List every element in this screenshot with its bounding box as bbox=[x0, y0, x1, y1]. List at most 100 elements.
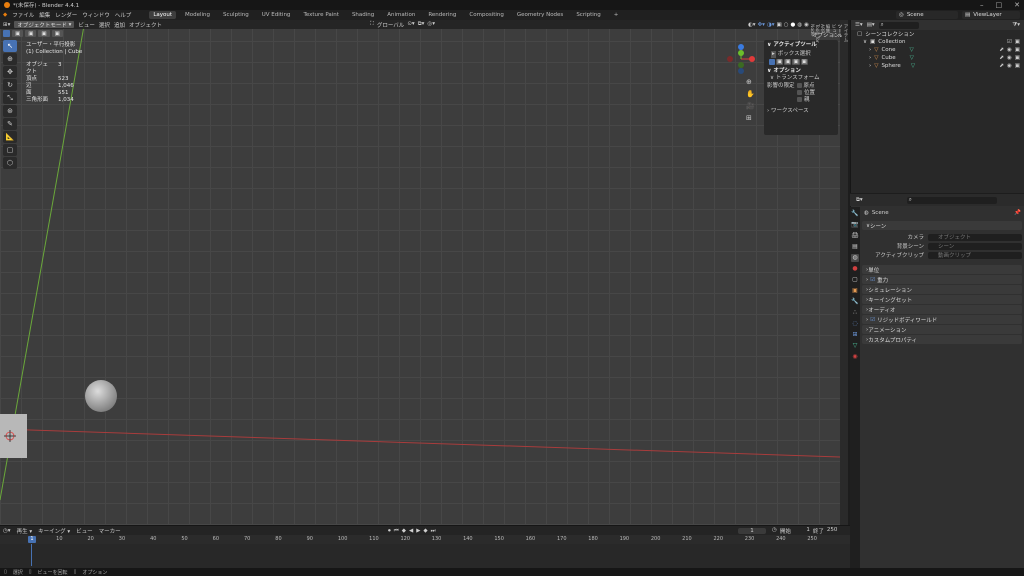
minimize-icon[interactable]: – bbox=[980, 1, 984, 9]
data-props-icon[interactable]: ▽ bbox=[851, 342, 859, 350]
active-clip-field[interactable]: 動画クリップ bbox=[928, 251, 1022, 259]
tab-tools-for[interactable]: Tools for ... bbox=[814, 24, 819, 521]
scene-selector[interactable]: ◎ Scene bbox=[896, 11, 958, 19]
blender-menu-icon[interactable]: ◆ bbox=[3, 12, 7, 18]
panel-animation[interactable]: › アニメーション bbox=[862, 325, 1022, 334]
outliner-item-cone[interactable]: › ▽ Cone ▽ ⬈ ◉ ▣ bbox=[851, 46, 1024, 54]
gizmo-y-icon[interactable] bbox=[738, 50, 744, 56]
zoom-icon[interactable]: ⊕ bbox=[746, 76, 756, 88]
expand-icon[interactable]: › bbox=[869, 63, 871, 69]
render-props-icon[interactable]: 📷 bbox=[851, 221, 859, 229]
camera-icon[interactable]: ▣ bbox=[1015, 55, 1020, 61]
search-icon[interactable]: ⌕ bbox=[906, 196, 997, 204]
tab-view[interactable]: ビュー bbox=[830, 24, 836, 521]
panel-rigid-body-world[interactable]: › ☑ リジッドボディワールド bbox=[862, 315, 1022, 324]
material-props-icon[interactable]: ◉ bbox=[851, 353, 859, 361]
rigid-body-checkbox[interactable]: ☑ bbox=[870, 317, 875, 323]
gizmo-toggle-icon[interactable]: ✥▾ bbox=[758, 22, 765, 28]
outliner-editor-icon[interactable]: ☰▾ bbox=[855, 22, 863, 28]
pan-hand-icon[interactable]: ✋ bbox=[746, 88, 756, 100]
menu-select[interactable]: 選択 bbox=[99, 21, 110, 29]
constraints-props-icon[interactable]: ⊞ bbox=[851, 331, 859, 339]
select-arrow-icon[interactable]: ⬈ bbox=[999, 55, 1004, 61]
view-object-types-icon[interactable]: ◐▾ bbox=[748, 22, 756, 28]
object-props-icon[interactable]: ▣ bbox=[851, 287, 859, 295]
menu-add[interactable]: 追加 bbox=[114, 21, 125, 29]
cursor-icon[interactable]: ⊕ bbox=[3, 53, 17, 65]
camera-icon[interactable]: ▣ bbox=[1015, 39, 1020, 45]
tool-props-icon[interactable]: 🔧 bbox=[851, 210, 859, 218]
maximize-icon[interactable]: □ bbox=[996, 1, 1003, 9]
mode-dropdown[interactable]: オブジェクトモード ▾ bbox=[14, 21, 75, 29]
menu-file[interactable]: ファイル bbox=[12, 11, 34, 19]
gizmo-neg-x-icon[interactable] bbox=[727, 56, 733, 62]
panel-keying-sets[interactable]: › キーイングセット bbox=[862, 295, 1022, 304]
panel-gravity[interactable]: › ☑ 重力 bbox=[862, 275, 1022, 284]
mode-extend-icon[interactable]: ▣ bbox=[776, 59, 784, 65]
menu-view[interactable]: ビュー bbox=[78, 21, 95, 29]
editor-type-icon[interactable]: ⊞▾ bbox=[3, 22, 10, 28]
transform-icon[interactable]: ⊛ bbox=[3, 105, 17, 117]
tab-geometry-nodes[interactable]: Geometry Nodes bbox=[513, 11, 567, 19]
tab-scripting[interactable]: Scripting bbox=[572, 11, 604, 19]
particles-props-icon[interactable]: ∴ bbox=[851, 309, 859, 317]
panel-custom-properties[interactable]: › カスタムプロパティ bbox=[862, 335, 1022, 344]
panel-audio[interactable]: › オーディオ bbox=[862, 305, 1022, 314]
ortho-grid-icon[interactable]: ⊞ bbox=[746, 112, 756, 124]
move-icon[interactable]: ✥ bbox=[3, 66, 17, 78]
scene-section-header[interactable]: ∨ シーン bbox=[862, 221, 1022, 230]
add-primitive-icon[interactable]: ⬡ bbox=[3, 157, 17, 169]
collection-props-icon[interactable]: ▢ bbox=[851, 276, 859, 284]
search-icon[interactable]: ⌕ bbox=[878, 21, 919, 29]
select-subtract-icon[interactable]: ▣ bbox=[25, 30, 37, 37]
menu-window[interactable]: ウィンドウ bbox=[82, 11, 110, 19]
timeline-editor-icon[interactable]: ◷▾ bbox=[3, 528, 11, 534]
sphere-object[interactable] bbox=[85, 380, 117, 412]
menu-marker[interactable]: マーカー bbox=[99, 527, 121, 535]
3d-viewport[interactable] bbox=[0, 20, 840, 525]
menu-object[interactable]: オブジェクト bbox=[129, 21, 162, 29]
select-extend-icon[interactable]: ▣ bbox=[12, 30, 24, 37]
measure-icon[interactable]: 📐 bbox=[3, 131, 17, 143]
mode-new-icon[interactable] bbox=[769, 59, 775, 65]
output-props-icon[interactable]: 🖨 bbox=[851, 232, 859, 240]
tab-arp[interactable]: ARP bbox=[819, 24, 824, 521]
camera-icon[interactable]: ▣ bbox=[1015, 47, 1020, 53]
close-icon[interactable]: ✕ bbox=[1014, 1, 1020, 9]
menu-render[interactable]: レンダー bbox=[55, 11, 77, 19]
shading-wireframe-icon[interactable]: ○ bbox=[784, 22, 789, 28]
current-frame-field[interactable]: 1 bbox=[738, 528, 766, 534]
tab-item[interactable]: アイテム bbox=[842, 24, 848, 521]
start-frame-field[interactable]: 1 bbox=[794, 527, 810, 535]
xray-icon[interactable]: ▣ bbox=[777, 22, 782, 28]
orientation-dropdown[interactable]: グローバル bbox=[377, 21, 404, 29]
tab-uv-editing[interactable]: UV Editing bbox=[258, 11, 295, 19]
filter-icon[interactable]: ⧩▾ bbox=[1012, 22, 1020, 29]
rotate-icon[interactable]: ↻ bbox=[3, 79, 17, 91]
select-invert-icon[interactable]: ▣ bbox=[38, 30, 50, 37]
view-layer-selector[interactable]: ▤ ViewLayer bbox=[962, 11, 1020, 19]
mode-invert-icon[interactable]: ▣ bbox=[792, 59, 800, 65]
panel-simulation[interactable]: › シミュレーション bbox=[862, 285, 1022, 294]
end-frame-field[interactable]: 250 bbox=[827, 527, 838, 535]
jump-end-icon[interactable]: ⏭ bbox=[431, 528, 436, 535]
next-key-icon[interactable]: ◆ bbox=[423, 528, 427, 535]
menu-keying[interactable]: キーイング ▾ bbox=[38, 527, 70, 535]
menu-playback[interactable]: 再生 ▾ bbox=[17, 527, 33, 535]
gizmo-z-icon[interactable] bbox=[738, 44, 744, 50]
gizmo-neg-z-icon[interactable] bbox=[738, 68, 744, 74]
gizmo-x-icon[interactable] bbox=[749, 56, 755, 62]
menu-timeline-view[interactable]: ビュー bbox=[76, 527, 93, 535]
tab-tool[interactable]: ツール bbox=[836, 24, 842, 521]
outliner-item-sphere[interactable]: › ▽ Sphere ▽ ⬈ ◉ ▣ bbox=[851, 62, 1024, 70]
preview-range-icon[interactable]: ◷ bbox=[772, 527, 777, 535]
annotate-icon[interactable]: ✎ bbox=[3, 118, 17, 130]
scene-props-icon[interactable]: ◍ bbox=[851, 254, 859, 262]
add-cube-icon[interactable]: ▢ bbox=[3, 144, 17, 156]
prev-key-icon[interactable]: ◆ bbox=[402, 528, 406, 535]
camera-icon[interactable]: ▣ bbox=[1015, 63, 1020, 69]
select-intersect-icon[interactable]: ▣ bbox=[51, 30, 63, 37]
outliner-item-cube[interactable]: › ▽ Cube ▽ ⬈ ◉ ▣ bbox=[851, 54, 1024, 62]
properties-editor-icon[interactable]: ⧉▾ bbox=[856, 197, 863, 204]
add-workspace-button[interactable]: + bbox=[610, 11, 623, 19]
